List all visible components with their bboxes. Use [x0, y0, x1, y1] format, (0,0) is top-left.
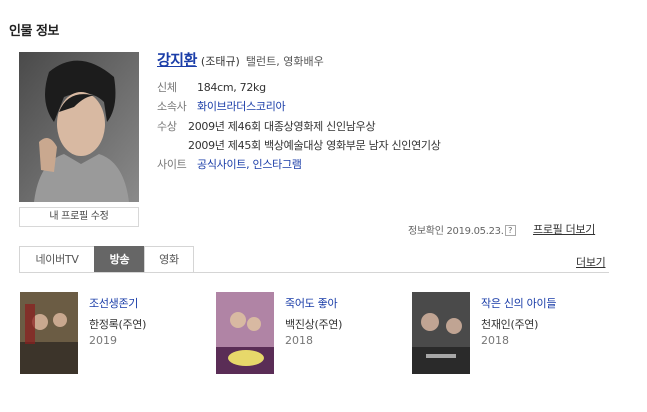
body-value: 184cm, 72kg [197, 81, 266, 94]
real-name: (조태규) [200, 55, 240, 68]
site-links[interactable]: 공식사이트, 인스타그램 [197, 158, 302, 171]
agency-label: 소속사 [157, 100, 187, 113]
tab-bar: 네이버TV 방송 영화 [19, 246, 609, 273]
work-poster-1[interactable] [20, 292, 78, 374]
tab-navertv[interactable]: 네이버TV [19, 246, 95, 272]
work-title-2[interactable]: 죽어도 좋아 [285, 295, 338, 311]
body-label: 신체 [157, 81, 177, 94]
body-row: 신체 184cm, 72kg [157, 79, 266, 95]
tab-movie[interactable]: 영화 [144, 246, 194, 272]
award-item: 2009년 제45회 백상예술대상 영화부문 남자 신인연기상 [188, 139, 441, 152]
help-icon[interactable]: ? [504, 225, 516, 236]
name-line: 강지환 (조태규) 탤런트, 영화배우 [157, 49, 324, 70]
work-year-3: 2018 [481, 334, 509, 347]
tab-broadcast[interactable]: 방송 [94, 246, 145, 272]
more-list-link[interactable]: 더보기 [576, 254, 606, 270]
person-name-link[interactable]: 강지환 [157, 51, 197, 69]
work-role-3: 천재인(주연) [481, 318, 539, 331]
work-role-1: 한정록(주연) [89, 318, 147, 331]
work-title-3[interactable]: 작은 신의 아이들 [481, 295, 556, 311]
agency-row: 소속사 화이브라더스코리아 [157, 98, 286, 114]
work-poster-2[interactable] [216, 292, 274, 374]
more-profile-link[interactable]: 프로필 더보기 [533, 221, 595, 237]
verify-text: 정보확인 2019.05.23. [408, 226, 504, 237]
profile-photo[interactable] [19, 52, 139, 202]
verify-info: 정보확인 2019.05.23.? [408, 222, 516, 237]
work-title-1[interactable]: 조선생존기 [89, 295, 138, 311]
site-label: 사이트 [157, 158, 187, 171]
edit-profile-button[interactable]: 내 프로필 수정 [19, 207, 139, 227]
agency-link[interactable]: 화이브라더스코리아 [197, 100, 286, 113]
awards-row: 수상 2009년 제46회 대종상영화제 신인남우상 [157, 118, 376, 134]
award-item: 2009년 제46회 대종상영화제 신인남우상 [188, 120, 376, 133]
awards-row-2: 2009년 제45회 백상예술대상 영화부문 남자 신인연기상 [188, 137, 441, 153]
section-title: 인물 정보 [9, 24, 59, 39]
occupation: 탤런트, 영화배우 [245, 55, 324, 68]
work-role-2: 백진상(주연) [285, 318, 343, 331]
work-year-2: 2018 [285, 334, 313, 347]
site-row: 사이트 공식사이트, 인스타그램 [157, 156, 302, 172]
work-poster-3[interactable] [412, 292, 470, 374]
work-year-1: 2019 [89, 334, 117, 347]
awards-label: 수상 [157, 120, 177, 133]
